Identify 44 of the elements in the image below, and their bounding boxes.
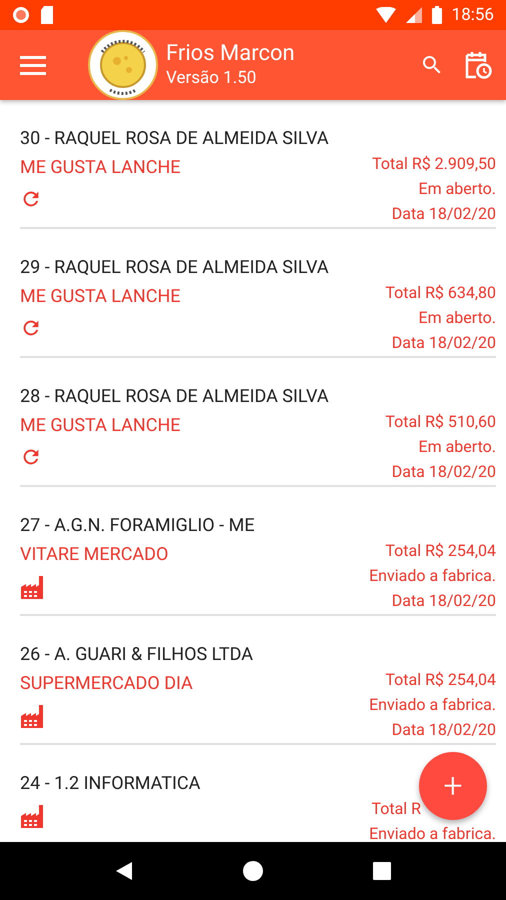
order-date: Data 18/02/20 [392,719,496,741]
calendar-clock-icon[interactable] [464,50,492,80]
back-icon[interactable] [115,861,133,881]
order-total: Total R$ 510,60 [385,411,496,433]
client-name: ME GUSTA LANCHE [20,156,181,180]
wifi-icon [376,7,396,23]
home-icon[interactable] [243,861,263,881]
order-status: Enviado a fabrica. [369,823,496,842]
order-date: Data 18/02/20 [392,332,496,354]
order-total: Total R$ 634,80 [385,282,496,304]
cheese-logo-icon [88,30,158,100]
client-name: VITARE MERCADO [20,543,168,567]
clock-time: 18:56 [452,5,494,25]
order-date: Data 18/02/20 [392,590,496,612]
order-total: Total R$ 254,04 [385,540,496,562]
order-total: Total R [371,798,421,820]
sd-card-icon [40,6,54,24]
order-date: Data 18/02/20 [392,203,496,225]
factory-icon [20,704,46,728]
menu-icon[interactable] [20,55,46,75]
order-status: Em aberto. [418,178,496,200]
order-status: Enviado a fabrica. [369,565,496,587]
order-date: Data 18/02/20 [392,461,496,483]
factory-icon [20,575,46,599]
order-title: 30 - RAQUEL ROSA DE ALMEIDA SILVA [20,127,329,151]
record-icon [12,6,30,24]
client-name: ME GUSTA LANCHE [20,285,181,309]
order-status: Enviado a fabrica. [369,694,496,716]
battery-icon [432,6,442,24]
order-title: 28 - RAQUEL ROSA DE ALMEIDA SILVA [20,385,329,409]
order-status: Em aberto. [418,307,496,329]
order-total: Total R$ 2.909,50 [372,153,496,175]
app-version: Versão 1.50 [166,67,258,89]
order-total: Total R$ 254,04 [385,669,496,691]
factory-icon [20,804,46,828]
client-name: ME GUSTA LANCHE [20,414,181,438]
client-name: SUPERMERCADO DIA [20,672,193,696]
order-status: Em aberto. [418,436,496,458]
signal-icon [406,7,422,23]
app-title: Frios Marcon [166,41,295,67]
order-title: 26 - A. GUARI & FILHOS LTDA [20,643,253,667]
order-title: 29 - RAQUEL ROSA DE ALMEIDA SILVA [20,256,329,280]
order-title: 24 - 1.2 INFORMATICA [20,772,200,796]
order-title: 27 - A.G.N. FORAMIGLIO - ME [20,514,255,538]
